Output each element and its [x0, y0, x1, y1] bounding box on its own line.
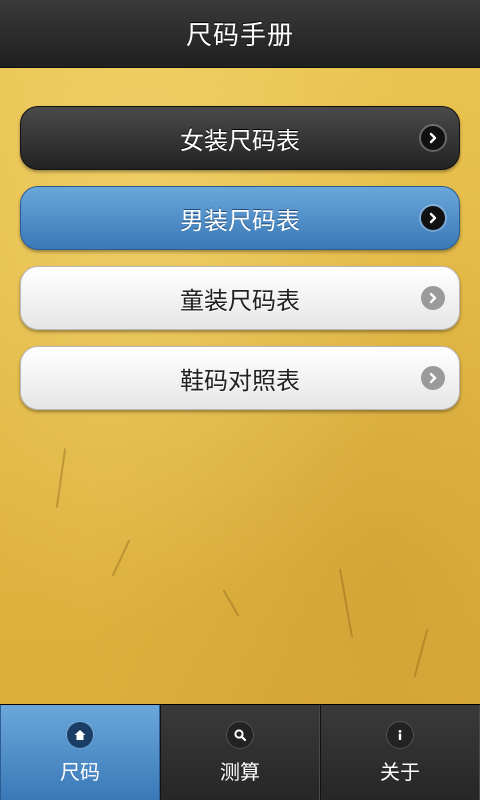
tab-size[interactable]: 尺码: [0, 705, 160, 800]
chevron-right-icon: [421, 366, 445, 390]
menu-item-label: 鞋码对照表: [180, 366, 300, 395]
menu-item-men[interactable]: 男装尺码表: [20, 186, 460, 250]
info-icon: [387, 721, 413, 748]
menu-item-kids[interactable]: 童装尺码表: [20, 266, 460, 330]
tab-label: 尺码: [60, 759, 100, 784]
tab-about[interactable]: 关于: [320, 705, 480, 800]
size-menu: 女装尺码表 男装尺码表 童装尺码表 鞋码对照表: [20, 106, 460, 426]
tab-label: 关于: [380, 759, 420, 784]
chevron-right-icon: [421, 206, 445, 230]
search-icon: [227, 721, 253, 748]
menu-item-women[interactable]: 女装尺码表: [20, 106, 460, 170]
page-title: 尺码手册: [185, 21, 294, 51]
menu-item-label: 男装尺码表: [180, 206, 300, 235]
menu-item-shoes[interactable]: 鞋码对照表: [20, 346, 460, 410]
chevron-right-icon: [421, 126, 445, 150]
bottom-tab-bar: 尺码 测算 关于: [0, 704, 480, 800]
tab-label: 测算: [220, 759, 260, 784]
tab-calculate[interactable]: 测算: [160, 705, 320, 800]
chevron-right-icon: [421, 286, 445, 310]
menu-item-label: 女装尺码表: [180, 126, 300, 155]
menu-item-label: 童装尺码表: [180, 286, 300, 315]
home-icon: [67, 721, 93, 748]
title-bar: 尺码手册: [0, 0, 480, 68]
